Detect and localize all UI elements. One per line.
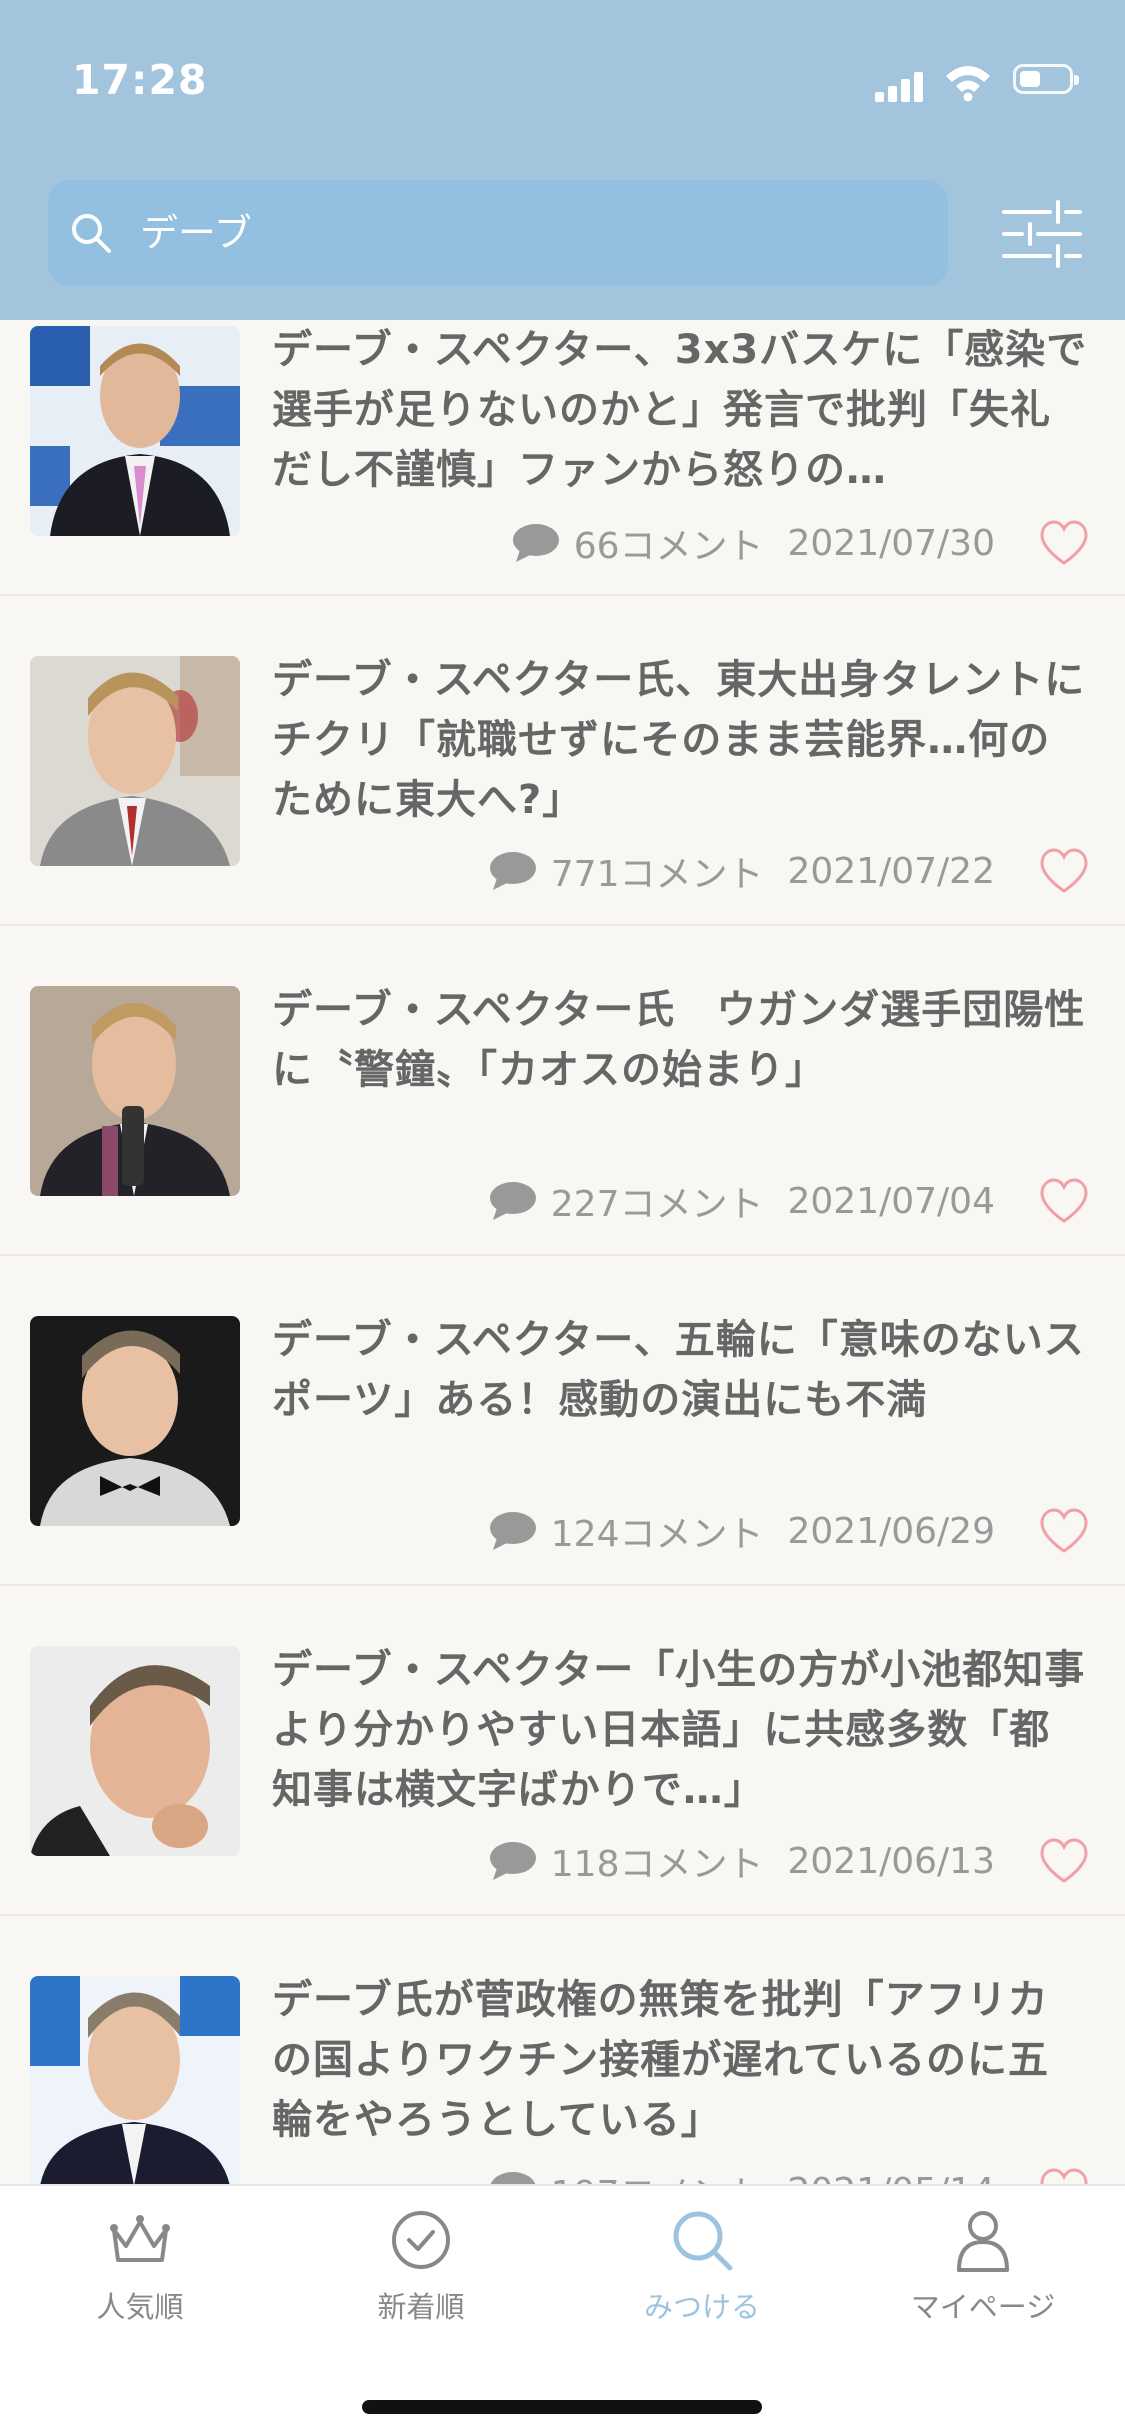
article-row[interactable]: デーブ氏が菅政権の無策を批判「アフリカの国よりワクチン接種が遅れているのに五輪を…: [0, 1916, 1125, 2184]
article-thumbnail: [30, 656, 240, 866]
comment-count: 124コメント: [550, 1514, 764, 1555]
home-indicator: [362, 2400, 762, 2414]
comment-bubble-icon: [489, 1182, 536, 1220]
heart-icon[interactable]: [1039, 1508, 1089, 1554]
clock-icon: [392, 2211, 450, 2269]
article-meta: 197コメント 2021/05/14: [489, 2166, 995, 2184]
article-date: 2021/06/29: [787, 1510, 996, 1552]
crown-icon: [110, 2215, 170, 2262]
article-title: デーブ氏が菅政権の無策を批判「アフリカの国よりワクチン接種が遅れているのに五輪を…: [272, 1977, 1049, 2143]
tab-popular[interactable]: 人気順: [40, 2208, 240, 2348]
article-row[interactable]: デーブ・スペクター「小生の方が小池都知事より分かりやすい日本語」に共感多数「都知…: [0, 1586, 1125, 1916]
article-title: デーブ・スペクター「小生の方が小池都知事より分かりやすい日本語」に共感多数「都知…: [272, 1647, 1086, 1813]
heart-icon[interactable]: [1039, 1178, 1089, 1224]
search-icon: [673, 2211, 733, 2271]
comment-count: 227コメント: [550, 1184, 764, 1225]
heart-icon[interactable]: [1039, 1838, 1089, 1884]
article-thumbnail: [30, 326, 240, 536]
tab-label: 新着順: [377, 2290, 465, 2324]
article-meta: 124コメント 2021/06/29: [489, 1506, 995, 1556]
heart-icon[interactable]: [1039, 2168, 1089, 2184]
article-title: デーブ・スペクター、3x3バスケに「感染で選手が足りないのかと」発言で批判「失礼…: [272, 327, 1088, 493]
person-icon: [957, 2211, 1009, 2272]
tab-newest[interactable]: 新着順: [321, 2208, 521, 2348]
signal-icon: [875, 68, 927, 102]
article-date: 2021/06/13: [787, 1840, 996, 1882]
comment-count: 197コメント: [551, 2165, 764, 2184]
comment-bubble-icon: [489, 1512, 536, 1550]
article-meta: 227コメント 2021/07/04: [489, 1176, 995, 1226]
search-bar[interactable]: [48, 180, 948, 286]
comment-bubble-icon: [512, 524, 559, 562]
header: 17:28: [0, 0, 1125, 320]
article-title: デーブ・スペクター氏 ウガンダ選手団陽性に〝警鐘〟「カオスの始まり」: [272, 987, 1086, 1093]
article-thumbnail: [30, 1976, 240, 2184]
article-meta: 118コメント 2021/06/13: [489, 1836, 995, 1886]
search-icon: [72, 214, 111, 253]
comment-bubble-icon: [489, 1842, 536, 1880]
comment-count: 66コメント: [573, 526, 764, 567]
article-date: 2021/07/22: [787, 850, 996, 892]
tab-bar: 人気順 新着順 みつける マイページ: [0, 2184, 1125, 2436]
heart-icon[interactable]: [1039, 520, 1089, 566]
status-time: 17:28: [72, 56, 208, 104]
article-thumbnail: [30, 1646, 240, 1856]
article-thumbnail: [30, 986, 240, 1196]
article-title: デーブ・スペクター氏、東大出身タレントにチクリ「就職せずにそのまま芸能界…何のた…: [272, 657, 1086, 823]
article-date: 2021/05/14: [788, 2171, 996, 2185]
heart-icon[interactable]: [1039, 848, 1089, 894]
comment-count: 118コメント: [550, 1844, 764, 1885]
search-input[interactable]: [140, 180, 920, 286]
tab-discover[interactable]: みつける: [602, 2208, 802, 2348]
article-row[interactable]: デーブ・スペクター氏、東大出身タレントにチクリ「就職せずにそのまま芸能界…何のた…: [0, 596, 1125, 926]
article-title: デーブ・スペクター、五輪に「意味のないスポーツ」ある！感動の演出にも不満: [272, 1317, 1085, 1423]
battery-icon: [1013, 64, 1079, 94]
article-thumbnail: [30, 1316, 240, 1526]
article-list[interactable]: デーブ・スペクター、3x3バスケに「感染で選手が足りないのかと」発言で批判「失礼…: [0, 0, 1125, 2184]
tab-label: マイページ: [910, 2290, 1056, 2324]
tab-label: みつける: [643, 2290, 760, 2324]
article-meta: 66コメント 2021/07/30: [512, 518, 995, 568]
tab-label: 人気順: [96, 2290, 184, 2324]
article-row[interactable]: デーブ・スペクター氏 ウガンダ選手団陽性に〝警鐘〟「カオスの始まり」 227コメ…: [0, 926, 1125, 1256]
tab-mypage[interactable]: マイページ: [883, 2208, 1083, 2348]
comment-count: 771コメント: [550, 854, 764, 895]
comment-bubble-icon: [489, 852, 536, 890]
article-row[interactable]: デーブ・スペクター、五輪に「意味のないスポーツ」ある！感動の演出にも不満 124…: [0, 1256, 1125, 1586]
article-date: 2021/07/04: [787, 1180, 996, 1222]
article-date: 2021/07/30: [787, 522, 996, 564]
article-meta: 771コメント 2021/07/22: [489, 846, 995, 896]
sliders-icon[interactable]: [1000, 198, 1084, 270]
wifi-icon: [946, 66, 990, 102]
comment-bubble-icon: [490, 2172, 536, 2184]
